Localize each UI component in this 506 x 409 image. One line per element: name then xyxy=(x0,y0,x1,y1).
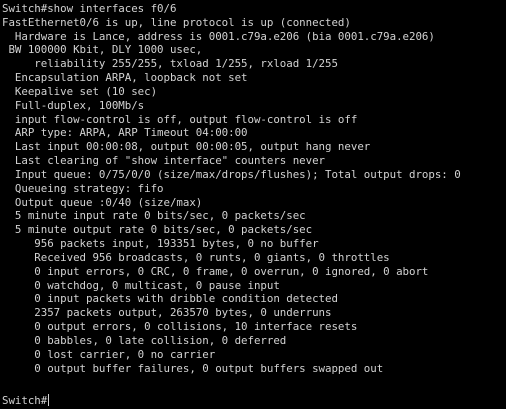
terminal-line: 2357 packets output, 263570 bytes, 0 und… xyxy=(2,306,332,320)
terminal-line: 5 minute input rate 0 bits/sec, 0 packet… xyxy=(2,209,306,223)
terminal-line: 0 output buffer failures, 0 output buffe… xyxy=(2,361,384,375)
terminal-line: Switch#show interfaces f0/6 xyxy=(2,2,177,15)
terminal-line: Full-duplex, 100Mb/s xyxy=(2,98,145,112)
terminal-line: BW 100000 Kbit, DLY 1000 usec, xyxy=(2,43,203,57)
terminal-line: 956 packets input, 193351 bytes, 0 no bu… xyxy=(2,237,319,251)
text-cursor xyxy=(48,394,50,406)
terminal-line: 0 lost carrier, 0 no carrier xyxy=(2,347,216,361)
terminal-line: Last clearing of "show interface" counte… xyxy=(2,154,326,168)
terminal-line: Output queue :0/40 (size/max) xyxy=(2,195,203,209)
prompt-text: Switch# xyxy=(2,394,48,407)
terminal-line: ARP type: ARPA, ARP Timeout 04:00:00 xyxy=(2,126,248,140)
terminal-line: 0 watchdog, 0 multicast, 0 pause input xyxy=(2,278,280,292)
terminal-line: Input queue: 0/75/0/0 (size/max/drops/fl… xyxy=(2,167,461,181)
terminal-line: Hardware is Lance, address is 0001.c79a.… xyxy=(2,29,435,43)
terminal-line: Received 956 broadcasts, 0 runts, 0 gian… xyxy=(2,250,390,264)
terminal-line: 5 minute output rate 0 bits/sec, 0 packe… xyxy=(2,223,313,237)
terminal-line: 0 babbles, 0 late collision, 0 deferred xyxy=(2,333,287,347)
terminal-line: Keepalive set (10 sec) xyxy=(2,84,158,98)
terminal-line: Queueing strategy: fifo xyxy=(2,181,164,195)
command-prompt[interactable]: Switch# xyxy=(2,394,50,408)
terminal-output: Switch#show interfaces f0/6 FastEthernet… xyxy=(2,2,461,389)
terminal-line: input flow-control is off, output flow-c… xyxy=(2,112,358,126)
terminal-line: reliability 255/255, txload 1/255, rxloa… xyxy=(2,57,338,71)
terminal-line: 0 output errors, 0 collisions, 10 interf… xyxy=(2,320,358,334)
terminal-line: FastEthernet0/6 is up, line protocol is … xyxy=(2,15,351,29)
terminal-line: Last input 00:00:08, output 00:00:05, ou… xyxy=(2,140,371,154)
terminal-window[interactable]: Switch#show interfaces f0/6 FastEthernet… xyxy=(0,0,506,409)
terminal-line: Encapsulation ARPA, loopback not set xyxy=(2,71,248,85)
terminal-line: 0 input packets with dribble condition d… xyxy=(2,292,338,306)
terminal-line: 0 input errors, 0 CRC, 0 frame, 0 overru… xyxy=(2,264,429,278)
